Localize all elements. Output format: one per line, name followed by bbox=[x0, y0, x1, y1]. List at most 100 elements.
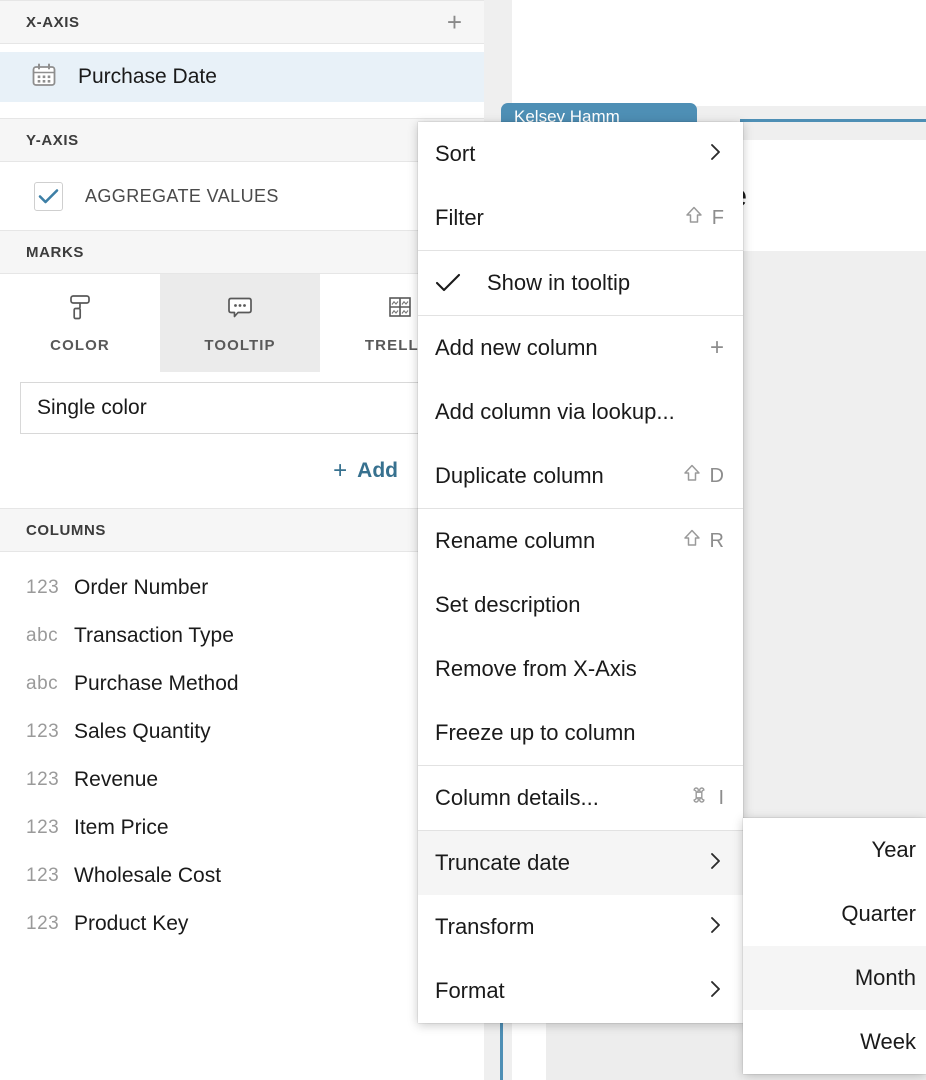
menu-item-label: Transform bbox=[435, 914, 708, 940]
trellis-grid-icon bbox=[384, 292, 416, 324]
accel-key: D bbox=[710, 465, 724, 488]
submenu-item-year[interactable]: Year bbox=[743, 818, 926, 882]
menu-item-label: Add new column bbox=[435, 335, 710, 361]
marks-tab-color[interactable]: COLOR bbox=[0, 274, 160, 372]
chart-config-sidebar: X-AXIS + bbox=[0, 0, 484, 1080]
x-axis-field-purchase-date[interactable]: Purchase Date bbox=[0, 52, 484, 102]
context-menu-group: Column details... I bbox=[418, 765, 743, 830]
menu-item-label: Set description bbox=[435, 592, 724, 618]
column-type-icon: 123 bbox=[26, 769, 74, 791]
column-type-icon: 123 bbox=[26, 721, 74, 743]
menu-item-label: Duplicate column bbox=[435, 463, 683, 489]
aggregate-values-row[interactable]: AGGREGATE VALUES bbox=[0, 162, 484, 230]
column-type-icon: abc bbox=[26, 625, 74, 647]
plus-icon: + bbox=[333, 457, 347, 485]
column-type-icon: 123 bbox=[26, 817, 74, 839]
section-title-y-axis: Y-AXIS bbox=[26, 132, 462, 149]
menu-item-freeze-up-to-column[interactable]: Freeze up to column bbox=[418, 701, 743, 765]
menu-item-filter[interactable]: FilterF bbox=[418, 186, 743, 250]
canvas-top-panel bbox=[512, 0, 926, 106]
accel-key: R bbox=[710, 530, 724, 553]
canvas-header-strip bbox=[743, 122, 926, 140]
aggregate-values-label: AGGREGATE VALUES bbox=[85, 186, 279, 207]
menu-item-rename-column[interactable]: Rename columnR bbox=[418, 509, 743, 573]
command-key-icon bbox=[689, 785, 709, 811]
menu-item-set-description[interactable]: Set description bbox=[418, 573, 743, 637]
menu-item-show-in-tooltip[interactable]: Show in tooltip bbox=[418, 251, 743, 315]
chevron-right-icon bbox=[708, 978, 724, 1004]
column-name-label: Sales Quantity bbox=[74, 720, 211, 744]
menu-item-truncate-date[interactable]: Truncate date bbox=[418, 831, 743, 895]
column-list-item[interactable]: 123Wholesale Cost bbox=[0, 852, 484, 900]
marks-tab-tooltip[interactable]: TOOLTIP bbox=[160, 274, 320, 372]
menu-item-label: Truncate date bbox=[435, 850, 708, 876]
menu-item-accelerator: F bbox=[685, 205, 724, 231]
column-list-item[interactable]: abcTransaction Type bbox=[0, 612, 484, 660]
accel-key: I bbox=[718, 787, 724, 810]
menu-item-label: Add column via lookup... bbox=[435, 399, 724, 425]
x-axis-field-label: Purchase Date bbox=[78, 65, 217, 89]
column-list-item[interactable]: 123Revenue bbox=[0, 756, 484, 804]
column-name-label: Product Key bbox=[74, 912, 188, 936]
plus-icon[interactable]: + bbox=[447, 9, 462, 35]
calendar-icon bbox=[30, 61, 58, 94]
menu-item-label: Column details... bbox=[435, 785, 689, 811]
color-mode-select[interactable]: Single color bbox=[20, 382, 466, 434]
menu-item-label: Format bbox=[435, 978, 708, 1004]
menu-item-duplicate-column[interactable]: Duplicate column D bbox=[418, 444, 743, 508]
marks-tab-color-label: COLOR bbox=[50, 337, 110, 354]
menu-item-accelerator: + bbox=[710, 334, 724, 362]
check-icon bbox=[38, 188, 59, 205]
submenu-item-quarter[interactable]: Quarter bbox=[743, 882, 926, 946]
column-list-item[interactable]: 123Sales Quantity bbox=[0, 708, 484, 756]
section-header-marks: MARKS bbox=[0, 230, 484, 274]
submenu-item-week[interactable]: Week bbox=[743, 1010, 926, 1074]
menu-item-label: Freeze up to column bbox=[435, 720, 724, 746]
aggregate-values-checkbox[interactable] bbox=[34, 182, 63, 211]
submenu-item-month[interactable]: Month bbox=[743, 946, 926, 1010]
sidebar-spacer bbox=[0, 102, 484, 118]
column-list-item[interactable]: abcPurchase Method bbox=[0, 660, 484, 708]
column-list-item[interactable]: 123Item Price bbox=[0, 804, 484, 852]
chevron-right-icon bbox=[708, 141, 724, 167]
check-icon bbox=[435, 273, 487, 293]
section-title-marks: MARKS bbox=[26, 244, 462, 261]
column-name-label: Purchase Method bbox=[74, 672, 239, 696]
context-menu-group: Truncate date Transform Format bbox=[418, 830, 743, 1023]
marks-tab-tooltip-label: TOOLTIP bbox=[204, 337, 275, 354]
add-mark-label: Add bbox=[357, 459, 398, 483]
menu-item-add-column-via-lookup[interactable]: Add column via lookup... bbox=[418, 380, 743, 444]
chevron-right-icon bbox=[708, 850, 724, 876]
marks-add-row: + Add bbox=[0, 434, 484, 508]
add-mark-button[interactable]: + Add bbox=[333, 457, 398, 485]
truncate-date-submenu[interactable]: YearQuarterMonthWeek bbox=[743, 818, 926, 1074]
canvas-lower-white bbox=[512, 1022, 546, 1080]
shift-key-icon bbox=[683, 528, 701, 554]
column-list-item[interactable]: 123Order Number bbox=[0, 564, 484, 612]
menu-item-label: Sort bbox=[435, 141, 708, 167]
context-menu-group: Sort FilterF bbox=[418, 122, 743, 250]
column-name-label: Revenue bbox=[74, 768, 158, 792]
columns-list: 123Order NumberabcTransaction TypeabcPur… bbox=[0, 552, 484, 948]
section-header-columns: COLUMNS bbox=[0, 508, 484, 552]
menu-item-column-details[interactable]: Column details... I bbox=[418, 766, 743, 830]
context-menu-group: Add new column+ Add column via lookup... D… bbox=[418, 315, 743, 508]
menu-item-label: Show in tooltip bbox=[487, 270, 724, 296]
column-name-label: Transaction Type bbox=[74, 624, 234, 648]
menu-item-label: Remove from X-Axis bbox=[435, 656, 724, 682]
section-header-x-axis: X-AXIS + bbox=[0, 0, 484, 44]
column-list-item[interactable]: 123Product Key bbox=[0, 900, 484, 948]
chevron-right-icon bbox=[708, 914, 724, 940]
menu-item-remove-from-x-axis[interactable]: Remove from X-Axis bbox=[418, 637, 743, 701]
column-name-label: Item Price bbox=[74, 816, 169, 840]
menu-item-format[interactable]: Format bbox=[418, 959, 743, 1023]
menu-item-sort[interactable]: Sort bbox=[418, 122, 743, 186]
menu-item-transform[interactable]: Transform bbox=[418, 895, 743, 959]
menu-item-accelerator: D bbox=[683, 463, 724, 489]
context-menu-group: Show in tooltip bbox=[418, 250, 743, 315]
menu-item-accelerator: I bbox=[689, 785, 724, 811]
column-context-menu[interactable]: Sort FilterF Show in tooltip Add new column… bbox=[418, 122, 743, 1023]
menu-item-add-new-column[interactable]: Add new column+ bbox=[418, 316, 743, 380]
shift-key-icon bbox=[683, 463, 701, 489]
column-name-label: Order Number bbox=[74, 576, 208, 600]
